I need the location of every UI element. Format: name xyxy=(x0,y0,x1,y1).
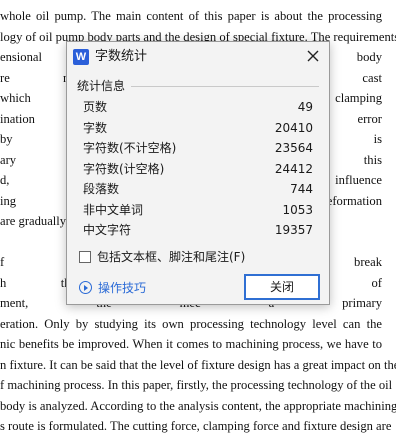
group-divider xyxy=(131,86,319,87)
document-text-line: s route is formulated. The cutting force… xyxy=(0,419,392,433)
tips-label: 操作技巧 xyxy=(98,281,147,295)
close-button[interactable]: 关闭 xyxy=(244,274,320,300)
dialog-title: 字数统计 xyxy=(95,49,148,64)
checkbox-label: 包括文本框、脚注和尾注(F) xyxy=(97,250,246,264)
stat-row-chinese-chars: 中文字符 19357 xyxy=(83,220,313,241)
stat-value: 744 xyxy=(290,182,313,196)
include-textbox-footnotes-checkbox[interactable] xyxy=(79,250,91,263)
document-text-line: eration. Only by studying its own proces… xyxy=(0,316,382,331)
stat-value: 49 xyxy=(297,100,313,114)
stat-row-words: 字数 20410 xyxy=(83,118,313,139)
stat-label: 字数 xyxy=(83,120,108,135)
play-circle-icon xyxy=(79,281,92,294)
stat-row-pages: 页数 49 xyxy=(83,97,313,118)
wps-writer-icon: W xyxy=(73,49,89,65)
close-icon[interactable] xyxy=(303,46,323,66)
document-text-line: nic benefits be improved. When it comes … xyxy=(0,337,382,351)
stat-row-chars-no-spaces: 字符数(不计空格) 23564 xyxy=(83,138,313,159)
stat-value: 23564 xyxy=(274,141,313,155)
stat-row-paragraphs: 段落数 744 xyxy=(83,179,313,200)
stat-label: 中文字符 xyxy=(83,223,132,237)
stat-label: 段落数 xyxy=(83,182,120,196)
stat-value: 24412 xyxy=(274,161,313,176)
stat-value: 19357 xyxy=(274,223,313,237)
stat-label: 字符数(计空格) xyxy=(83,161,165,176)
stats-group-label: 统计信息 xyxy=(77,79,126,93)
stat-row-non-chinese-words: 非中文单词 1053 xyxy=(83,200,313,221)
stats-list: 页数 49 字数 20410 字符数(不计空格) 23564 字符数(计空格) … xyxy=(83,97,313,241)
stat-row-chars-with-spaces: 字符数(计空格) 24412 xyxy=(83,159,313,180)
stat-value: 20410 xyxy=(274,120,313,135)
document-text-line: n fixture. It can be said that the level… xyxy=(0,357,396,372)
document-text-line: whole oil pump. The main content of this… xyxy=(0,9,382,23)
stat-label: 字符数(不计空格) xyxy=(83,141,177,155)
word-count-dialog: W 字数统计 统计信息 页数 49 字数 20410 字符数(不计空格) 235… xyxy=(66,41,330,305)
dialog-titlebar: W 字数统计 xyxy=(67,42,329,72)
stat-label: 页数 xyxy=(83,100,108,114)
document-text-line: body is analyzed. According to the analy… xyxy=(0,398,396,413)
document-text-line: f machining process. In this paper, firs… xyxy=(0,378,393,392)
stat-value: 1053 xyxy=(282,202,313,217)
operation-tips-link[interactable]: 操作技巧 xyxy=(79,279,146,297)
include-textbox-footnotes-option[interactable]: 包括文本框、脚注和尾注(F) xyxy=(79,248,245,266)
stat-label: 非中文单词 xyxy=(83,202,144,217)
